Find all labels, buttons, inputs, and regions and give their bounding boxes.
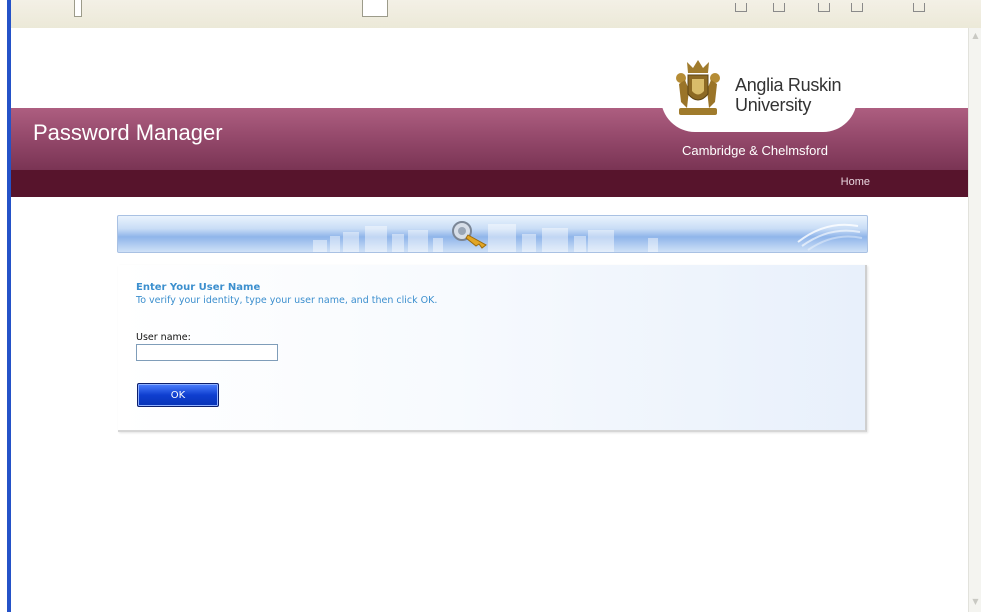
- panel-title: Enter Your User Name: [136, 282, 261, 293]
- key-lock-icon: [452, 221, 487, 249]
- decorative-banner: [117, 215, 868, 253]
- university-name: Anglia Ruskin University: [735, 75, 841, 115]
- username-label: User name:: [136, 332, 191, 343]
- toolbar-icon: [818, 3, 830, 12]
- site-header: Password Manager Anglia Ruskin Universit…: [11, 28, 968, 198]
- campus-tagline: Cambridge & Chelmsford: [682, 143, 828, 158]
- panel-instructions: To verify your identity, type your user …: [136, 295, 438, 306]
- toolbar-fragment: [74, 0, 82, 17]
- skyline-graphic-icon: [313, 223, 863, 252]
- username-panel: Enter Your User Name To verify your iden…: [118, 265, 867, 432]
- window-left-edge: [0, 0, 11, 612]
- scroll-up-icon[interactable]: ▲: [970, 30, 981, 42]
- toolbar-fragment: [362, 0, 388, 17]
- toolbar-icon: [773, 3, 785, 12]
- toolbar-icon: [851, 3, 863, 12]
- username-input[interactable]: [136, 344, 278, 361]
- app-title: Password Manager: [33, 120, 223, 145]
- university-name-line2: University: [735, 95, 812, 115]
- scroll-down-icon[interactable]: ▼: [970, 596, 981, 608]
- university-crest-icon: [676, 60, 720, 115]
- nav-home-link[interactable]: Home: [841, 176, 870, 188]
- vertical-scrollbar[interactable]: ▲ ▼: [968, 28, 981, 612]
- toolbar-icon: [913, 3, 925, 12]
- ok-button[interactable]: OK: [137, 383, 219, 407]
- browser-toolbar: [0, 0, 981, 29]
- nav-bar: Home: [11, 170, 968, 197]
- university-name-line1: Anglia Ruskin: [735, 75, 842, 95]
- toolbar-icon: [735, 3, 747, 12]
